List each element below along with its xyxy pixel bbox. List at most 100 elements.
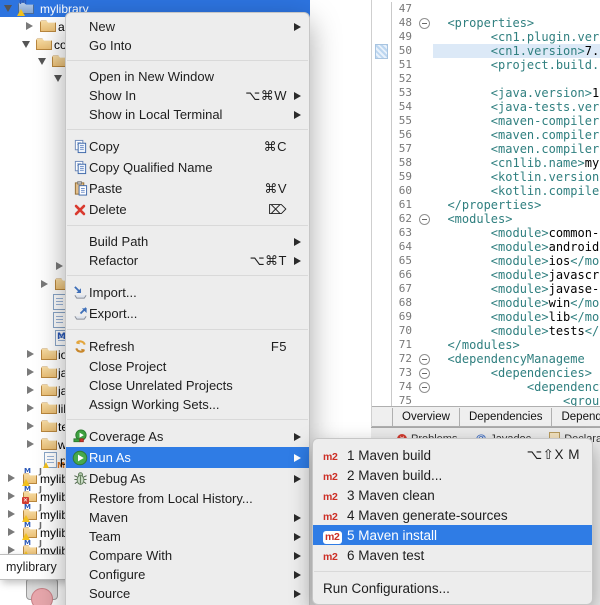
- collapse-arrow-icon[interactable]: [4, 5, 12, 12]
- annotation-ruler: [373, 170, 392, 184]
- expand-arrow-icon[interactable]: [27, 386, 34, 394]
- submenu-arrow-icon: [287, 110, 301, 119]
- expand-arrow-icon[interactable]: [27, 422, 34, 430]
- code-segment: android: [548, 240, 600, 254]
- code-segment: <module>: [433, 324, 549, 338]
- menu-item-label: Import...: [89, 285, 137, 300]
- menu-item-delete[interactable]: Delete ⌦: [66, 199, 309, 220]
- collapse-arrow-icon[interactable]: [54, 75, 62, 82]
- menu-item-label: Copy: [89, 139, 120, 154]
- menu-item-team[interactable]: Team: [66, 527, 309, 546]
- menu-item-assign-working-sets[interactable]: Assign Working Sets...: [66, 395, 309, 414]
- menu-item-show-in[interactable]: Show In ⌥⌘W: [66, 86, 309, 105]
- menu-item-copy[interactable]: Copy ⌘C: [66, 136, 309, 157]
- menu-item-paste[interactable]: Paste ⌘V: [66, 178, 309, 199]
- tooltip-label: mylibrary: [6, 560, 57, 574]
- submenu-item-1-maven-build[interactable]: m2 1 Maven build ⌥⇧X M: [313, 445, 592, 465]
- editor-tab-dependency-hierarchy[interactable]: Dependency Hierarchy: [552, 408, 600, 426]
- collapse-arrow-icon[interactable]: [38, 58, 46, 65]
- fold-marker-icon[interactable]: [412, 16, 433, 30]
- expand-arrow-icon[interactable]: [27, 404, 34, 412]
- menu-item-restore-from-local-history[interactable]: Restore from Local History...: [66, 489, 309, 508]
- menu-item-open-in-new-window[interactable]: Open in New Window: [66, 67, 309, 86]
- fold-marker-icon[interactable]: [412, 366, 433, 380]
- fold-marker-icon[interactable]: [412, 212, 433, 226]
- submenu-item-5-maven-install[interactable]: m2 5 Maven install: [313, 525, 592, 545]
- partial-icon: [31, 588, 53, 605]
- menu-item-debug-as[interactable]: Debug As: [66, 468, 309, 489]
- submenu-arrow-triangle: [294, 551, 301, 560]
- code-segment: <maven-compiler: [433, 114, 600, 128]
- menu-item-refactor[interactable]: Refactor ⌥⌘T: [66, 251, 309, 270]
- submenu-item-6-maven-test[interactable]: m2 6 Maven test: [313, 545, 592, 565]
- submenu-item-2-maven-build[interactable]: m2 2 Maven build...: [313, 465, 592, 485]
- editor-tab-dependencies[interactable]: Dependencies: [460, 408, 553, 426]
- menu-item-coverage-as[interactable]: Coverage As: [66, 426, 309, 447]
- expand-arrow-icon[interactable]: [41, 280, 48, 288]
- submenu-arrow-icon: [287, 22, 301, 31]
- expand-arrow-icon[interactable]: [8, 510, 15, 518]
- fold-circle: [419, 214, 430, 225]
- import-icon: [71, 285, 89, 301]
- expand-arrow-icon[interactable]: [56, 262, 63, 270]
- fold-minus: [422, 23, 427, 24]
- run-as-submenu: m2 1 Maven build ⌥⇧X Mm2 2 Maven build... m2…: [312, 438, 593, 605]
- menu-item-compare-with[interactable]: Compare With: [66, 546, 309, 565]
- editor-tab-overview[interactable]: Overview: [392, 408, 460, 426]
- expand-arrow-icon[interactable]: [8, 492, 15, 500]
- menu-item-go-into[interactable]: Go Into: [66, 36, 309, 55]
- expand-arrow-icon[interactable]: [8, 528, 15, 536]
- menu-icon-slot: [71, 510, 89, 526]
- code-segment: lib: [548, 310, 571, 324]
- code-segment: tests: [548, 324, 585, 338]
- menu-item-export[interactable]: Export...: [66, 303, 309, 324]
- copy-icon: [71, 160, 89, 176]
- m2-icon: m2: [323, 488, 347, 503]
- delete-icon: [71, 202, 89, 218]
- submenu-item-4-maven-generate-sources[interactable]: m2 4 Maven generate-sources: [313, 505, 592, 525]
- menu-item-close-project[interactable]: Close Project: [66, 357, 309, 376]
- menu-item-maven[interactable]: Maven: [66, 508, 309, 527]
- editor-line: 69 <module>lib</mo: [373, 310, 600, 324]
- fold-marker-icon[interactable]: [412, 380, 433, 394]
- editor-tab-bar: OverviewDependenciesDependency Hierarchy: [372, 406, 600, 427]
- m2-icon: m2: [323, 508, 347, 523]
- mainproj-icon: M: [17, 0, 36, 16]
- annotation-ruler: [373, 352, 392, 366]
- editor-line: 73 <dependencies>: [373, 366, 600, 380]
- menu-item-label: Compare With: [89, 548, 173, 563]
- submenu-item-3-maven-clean[interactable]: m2 3 Maven clean: [313, 485, 592, 505]
- line-number: 64: [398, 240, 412, 253]
- fold-circle: [419, 18, 430, 29]
- m2-glyph: m2: [323, 530, 342, 544]
- annotation-ruler: [373, 156, 392, 170]
- menu-item-run-as[interactable]: Run As: [66, 447, 309, 468]
- expand-arrow-icon[interactable]: [27, 440, 34, 448]
- code-segment: <cn1.version>: [433, 44, 585, 58]
- collapse-arrow-icon[interactable]: [22, 41, 30, 48]
- fold-marker-icon[interactable]: [412, 352, 433, 366]
- menu-item-show-in-local-terminal[interactable]: Show in Local Terminal: [66, 105, 309, 124]
- annotation-ruler: [373, 2, 392, 16]
- menu-item-refresh[interactable]: Refresh F5: [66, 336, 309, 357]
- expand-arrow-icon[interactable]: [27, 368, 34, 376]
- expand-arrow-icon[interactable]: [26, 22, 33, 30]
- menu-item-import[interactable]: Import...: [66, 282, 309, 303]
- menu-item-close-unrelated-projects[interactable]: Close Unrelated Projects: [66, 376, 309, 395]
- expand-arrow-icon[interactable]: [8, 546, 15, 554]
- expand-arrow-icon[interactable]: [27, 350, 34, 358]
- editor-line: 57 <maven.compiler: [373, 142, 600, 156]
- submenu-item-run-configurations[interactable]: Run Configurations...: [313, 578, 592, 598]
- menu-item-label: Build Path: [89, 234, 149, 249]
- menu-icon-slot: [71, 69, 89, 85]
- expand-arrow-icon[interactable]: [8, 474, 15, 482]
- menu-item-new[interactable]: New: [66, 17, 309, 36]
- export-icon: [71, 306, 89, 322]
- menu-icon-slot: [71, 397, 89, 413]
- menu-item-copy-qualified-name[interactable]: Copy Qualified Name: [66, 157, 309, 178]
- menu-item-source[interactable]: Source: [66, 584, 309, 603]
- code-segment: <cn1.plugin.ver: [433, 30, 600, 44]
- menu-item-configure[interactable]: Configure: [66, 565, 309, 584]
- menu-item-label: Close Project: [89, 359, 167, 374]
- menu-item-build-path[interactable]: Build Path: [66, 232, 309, 251]
